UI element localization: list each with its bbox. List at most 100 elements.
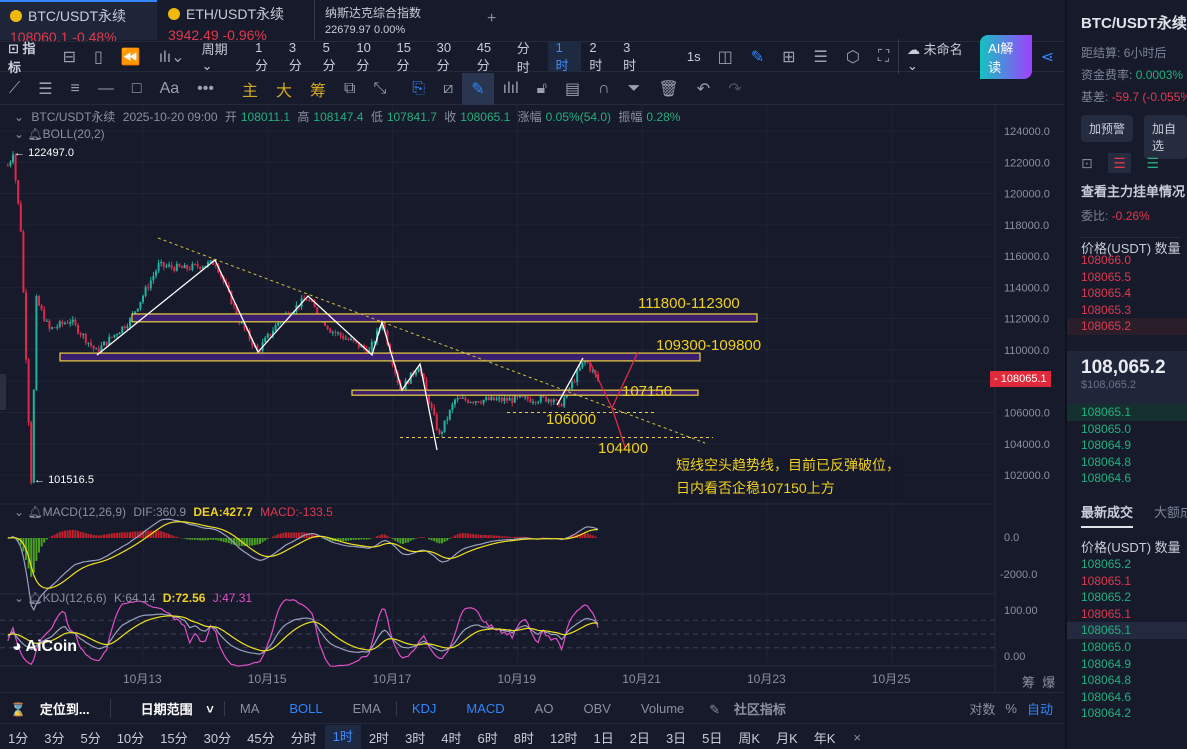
interval-2[interactable]: 5分 [315, 40, 349, 73]
price-row[interactable]: 108065.1 [1067, 404, 1187, 421]
price-row[interactable]: 108065.1 [1067, 606, 1187, 623]
indicator-ma[interactable]: MA [225, 701, 275, 716]
filter-icon[interactable]: ⏷ [619, 80, 650, 98]
interval2-4[interactable]: 15分 [152, 728, 195, 747]
measure-icon[interactable]: ⤡ [364, 80, 395, 98]
macd-legend[interactable]: ⌄ 🔔︎MACD(12,26,9) DIF:360.9 DEA:427.7 MA… [14, 505, 337, 519]
template-icon[interactable]: ⊟ [54, 47, 85, 67]
interval-8[interactable]: 1时 [547, 40, 582, 73]
rectangle-icon[interactable]: □ [123, 80, 151, 98]
price-row[interactable]: 108065.2 [1067, 318, 1187, 335]
price-row[interactable]: 108064.9 [1067, 656, 1187, 673]
collapse-icon[interactable]: ⌄ [14, 110, 24, 124]
magnet-icon[interactable]: ∩ [589, 80, 619, 98]
interval2-14[interactable]: 12时 [542, 728, 585, 747]
candle-type-icon[interactable]: ılı⌄ [150, 47, 194, 67]
price-row[interactable]: 108065.0 [1067, 421, 1187, 438]
left-collapse-handle[interactable] [0, 374, 6, 410]
indicator-kdj[interactable]: KDJ [395, 700, 452, 716]
interval-3[interactable]: 10分 [348, 40, 388, 73]
indicators-button[interactable]: ⊡ 指标 [0, 38, 54, 76]
camera-icon[interactable]: ◫ [709, 47, 742, 67]
interval-10[interactable]: 3时 [615, 40, 649, 73]
add-window-icon[interactable]: ⊞ [773, 47, 804, 67]
interval-1[interactable]: 3分 [281, 40, 315, 73]
indicator-obv[interactable]: OBV [568, 701, 625, 716]
tab-latest-trades[interactable]: 最新成交 [1081, 502, 1134, 528]
interval2-0[interactable]: 1分 [0, 728, 36, 747]
lock-icon[interactable]: 🔓︎ [528, 80, 556, 98]
fullscreen-icon[interactable]: ⛶ [869, 48, 898, 66]
interval-7[interactable]: 分时 [509, 41, 548, 75]
interval2-18[interactable]: 5日 [694, 728, 730, 747]
interval2-2[interactable]: 5分 [72, 728, 108, 747]
price-row[interactable]: 108065.3 [1067, 302, 1187, 319]
price-row[interactable]: 108065.0 [1067, 639, 1187, 656]
date-range-dropdown[interactable]: 日期范围 ˅ [109, 698, 224, 718]
price-row[interactable]: 108065.2 [1067, 589, 1187, 606]
interval2-10[interactable]: 3时 [397, 728, 433, 747]
ai-button[interactable]: AI解读 [980, 34, 1032, 79]
text-tool[interactable]: Aa [151, 80, 189, 98]
indicator-ao[interactable]: AO [520, 701, 569, 716]
tab-nasdaq[interactable]: 纳斯达克综合指数 22679.97 0.00% [314, 0, 464, 40]
add-watchlist-button[interactable]: 加自选 [1144, 115, 1187, 159]
interval2-8[interactable]: 1时 [324, 725, 361, 749]
both-view-icon[interactable]: ⊡ [1081, 155, 1093, 171]
layout-icon[interactable]: ▯ [85, 47, 112, 67]
settings-icon[interactable]: ⬡ [837, 47, 869, 67]
interval2-7[interactable]: 分时 [283, 728, 325, 747]
trash-icon[interactable]: 🗑︎ [649, 79, 687, 99]
undo-icon[interactable]: ↶ [688, 79, 719, 99]
big-order-button[interactable]: 大 [267, 77, 301, 101]
more-tools[interactable]: ••• [188, 80, 223, 98]
price-row[interactable]: 108064.6 [1067, 470, 1187, 487]
chip-toggle[interactable]: 筹 爆 [1022, 672, 1055, 691]
price-row[interactable]: 108064.6 [1067, 689, 1187, 706]
candles-icon[interactable]: ılıl [494, 80, 528, 98]
indicator-macd[interactable]: MACD [451, 701, 519, 716]
orderbook-title[interactable]: 查看主力挂单情况 [1081, 181, 1185, 200]
horizontal-line-icon[interactable]: — [89, 80, 123, 98]
share-icon[interactable]: ⋖ [1032, 47, 1063, 67]
log-toggle[interactable]: 对数 [959, 699, 1005, 718]
ruler-icon[interactable]: ⧄ [434, 80, 462, 98]
pencil-icon[interactable]: ✎ [742, 47, 773, 67]
sync-drawing-icon[interactable]: ⧉ [335, 80, 364, 98]
interval-4[interactable]: 15分 [389, 40, 429, 73]
percent-toggle[interactable]: % [1005, 701, 1017, 716]
interval2-6[interactable]: 45分 [239, 728, 282, 747]
price-row[interactable]: 108065.4 [1067, 285, 1187, 302]
interval-9[interactable]: 2时 [581, 40, 615, 73]
bookmark-icon[interactable]: ⎘ [403, 80, 434, 98]
price-row[interactable]: 108064.8 [1067, 672, 1187, 689]
interval2-19[interactable]: 周K [730, 728, 768, 747]
interval2-17[interactable]: 3日 [658, 728, 694, 747]
price-row[interactable]: 108065.2 [1067, 556, 1187, 573]
interval2-5[interactable]: 30分 [196, 728, 239, 747]
interval2-3[interactable]: 10分 [109, 728, 152, 747]
interval2-15[interactable]: 1日 [585, 728, 621, 747]
trendline-icon[interactable]: ⟋ [0, 80, 29, 98]
bid-view-icon[interactable]: ☰ [1146, 155, 1159, 171]
interval2-20[interactable]: 月K [768, 728, 806, 747]
layout-dropdown[interactable]: ☁ 未命名 ⌄ [898, 39, 980, 74]
community-indicators-button[interactable]: ✎ 社区指标 [699, 699, 806, 718]
price-row[interactable]: 108064.8 [1067, 454, 1187, 471]
interval2-11[interactable]: 4时 [433, 728, 469, 747]
interval2-13[interactable]: 8时 [506, 728, 542, 747]
main-force-button[interactable]: 主 [233, 77, 267, 101]
boll-legend[interactable]: ⌄ 🔔︎BOLL(20,2) [14, 127, 109, 141]
add-alert-button[interactable]: 加预警 [1081, 115, 1134, 142]
locate-button[interactable]: ⌛ 定位到... [0, 699, 110, 718]
auto-toggle[interactable]: 自动 [1017, 699, 1063, 718]
price-row[interactable]: 108065.5 [1067, 269, 1187, 286]
indicator-boll[interactable]: BOLL [274, 701, 337, 716]
interval2-1[interactable]: 3分 [36, 728, 72, 747]
kdj-legend[interactable]: ⌄ 🔔︎KDJ(12,6,6) K:64.14 D:72.56 J:47.31 [14, 591, 256, 605]
indicator-volume[interactable]: Volume [626, 701, 699, 716]
interval2-21[interactable]: 年K [806, 728, 844, 747]
close-button[interactable]: × [843, 730, 871, 745]
chip-button[interactable]: 筹 [301, 77, 335, 101]
add-tab-button[interactable]: + [487, 10, 496, 28]
